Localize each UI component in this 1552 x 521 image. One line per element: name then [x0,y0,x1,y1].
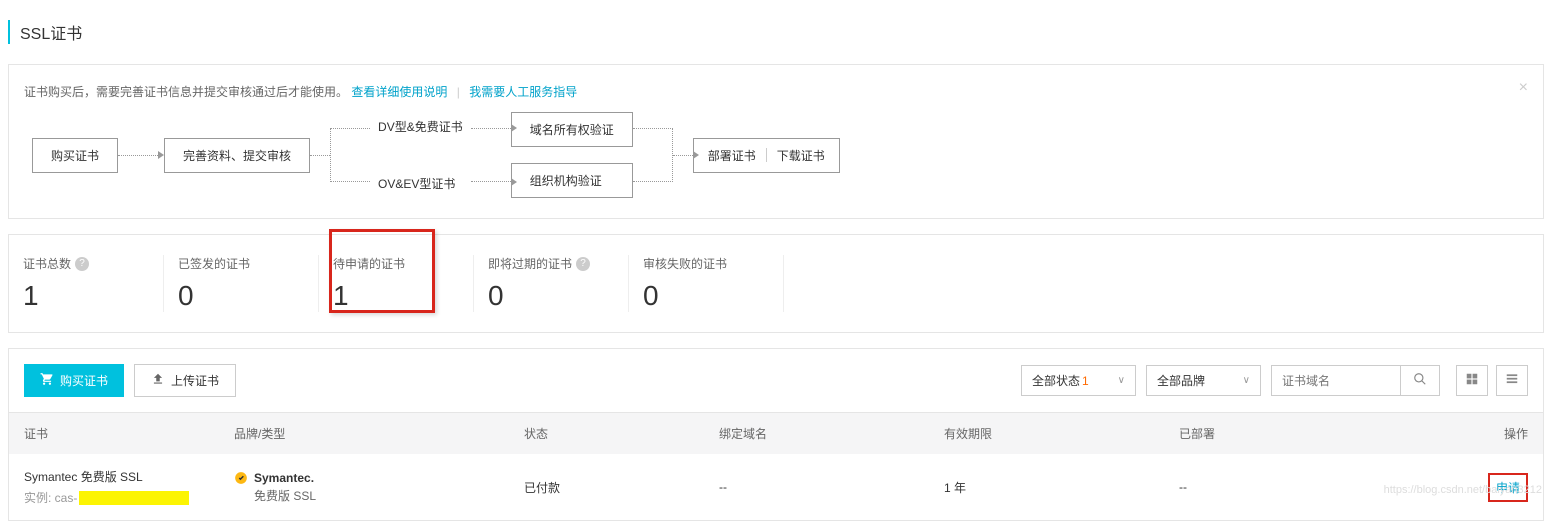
stat-expiring[interactable]: 即将过期的证书? 0 [474,255,629,312]
stats-panel: 证书总数? 1 已签发的证书 0 待申请的证书 1 即将过期的证书? 0 审核失… [8,234,1544,333]
stat-label: 待申请的证书 [333,255,405,272]
stat-label: 证书总数 [23,255,71,272]
branch-label-dv: DV型&免费证书 [378,118,463,135]
link-usage-details[interactable]: 查看详细使用说明 [351,85,447,99]
stat-value: 1 [23,280,149,312]
symantec-logo-icon [234,471,248,485]
flow-final: 部署证书 下载证书 [693,138,840,173]
help-icon[interactable]: ? [75,257,89,271]
branch-label-ov: OV&EV型证书 [378,175,463,192]
flow-arrow [118,151,164,159]
th-domain: 绑定域名 [719,425,944,442]
info-text: 证书购买后，需要完善证书信息并提交审核通过后才能使用。 查看详细使用说明 | 我… [24,83,1528,100]
help-icon[interactable]: ? [576,257,590,271]
flow-step-submit: 完善资料、提交审核 [164,138,310,173]
select-label: 全部品牌 [1157,372,1205,389]
flow-download: 下载证书 [777,147,825,164]
separator [766,148,767,162]
info-message: 证书购买后，需要完善证书信息并提交审核通过后才能使用。 [24,85,348,99]
cart-icon [40,372,54,389]
stat-issued[interactable]: 已签发的证书 0 [164,255,319,312]
flow-branch: DV型&免费证书 OV&EV型证书 域名所有权验证 组织机构验证 [330,112,693,198]
stat-total[interactable]: 证书总数? 1 [9,255,164,312]
cert-instance: 实例: cas- [24,489,234,506]
flow-deploy: 部署证书 [708,147,756,164]
list-icon [1505,374,1519,389]
buy-cert-button[interactable]: 购买证书 [24,364,124,397]
grid-icon [1465,374,1479,389]
watermark: https://blog.csdn.net/baiyan3212 [1384,484,1542,496]
search-icon [1413,374,1427,389]
th-action: 操作 [1469,425,1528,442]
th-cert: 证书 [24,425,234,442]
filter-brand-select[interactable]: 全部品牌 ∨ [1146,365,1261,396]
button-label: 上传证书 [171,372,219,389]
flow-verify-org: 组织机构验证 [511,163,633,198]
upload-icon [151,372,165,389]
search-input[interactable] [1271,365,1401,396]
cell-status: 已付款 [524,479,719,496]
chevron-down-icon: ∨ [1243,375,1250,386]
close-icon[interactable]: × [1519,79,1528,97]
th-deployed: 已部署 [1179,425,1469,442]
separator: | [457,85,460,99]
view-list-button[interactable] [1496,365,1528,396]
stat-label: 审核失败的证书 [643,255,727,272]
flow-diagram: 购买证书 完善资料、提交审核 DV型&免费证书 OV&EV型证书 域名所有权验证… [32,112,1528,198]
th-brand: 品牌/类型 [234,425,524,442]
table-header: 证书 品牌/类型 状态 绑定域名 有效期限 已部署 操作 [9,413,1543,454]
search-button[interactable] [1401,365,1440,396]
stat-value: 0 [178,280,304,312]
view-grid-button[interactable] [1456,365,1488,396]
th-validity: 有效期限 [944,425,1179,442]
search-wrap [1271,365,1440,396]
info-panel: × 证书购买后，需要完善证书信息并提交审核通过后才能使用。 查看详细使用说明 |… [8,64,1544,219]
filter-status-select[interactable]: 全部状态1 ∨ [1021,365,1136,396]
view-toggle [1456,365,1528,396]
chevron-down-icon: ∨ [1118,375,1125,386]
flow-verify-domain: 域名所有权验证 [511,112,633,147]
stat-value: 0 [488,280,614,312]
upload-cert-button[interactable]: 上传证书 [134,364,236,397]
cell-domain: -- [719,480,944,494]
stat-label: 即将过期的证书 [488,255,572,272]
button-label: 购买证书 [60,372,108,389]
brand-name: Symantec. [254,471,316,485]
select-label: 全部状态 [1032,374,1080,388]
stat-value: 0 [643,280,769,312]
cell-validity: 1 年 [944,479,1179,496]
table-row: Symantec 免费版 SSL 实例: cas- Symantec. 免费版 … [9,454,1543,520]
brand-sub: 免费版 SSL [254,487,316,504]
flow-connector [310,155,330,156]
cert-table: 证书 品牌/类型 状态 绑定域名 有效期限 已部署 操作 Symantec 免费… [8,412,1544,521]
link-manual-service[interactable]: 我需要人工服务指导 [469,85,577,99]
stat-failed[interactable]: 审核失败的证书 0 [629,255,784,312]
toolbar: 购买证书 上传证书 全部状态1 ∨ 全部品牌 ∨ [8,348,1544,412]
page-title: SSL证书 [8,20,1552,44]
stat-pending[interactable]: 待申请的证书 1 [319,255,474,312]
filter-count: 1 [1082,374,1089,388]
flow-step-buy: 购买证书 [32,138,118,173]
stat-label: 已签发的证书 [178,255,250,272]
stat-value: 1 [333,280,459,312]
cert-name: Symantec 免费版 SSL [24,468,234,485]
redacted-text [79,491,189,505]
th-status: 状态 [524,425,719,442]
